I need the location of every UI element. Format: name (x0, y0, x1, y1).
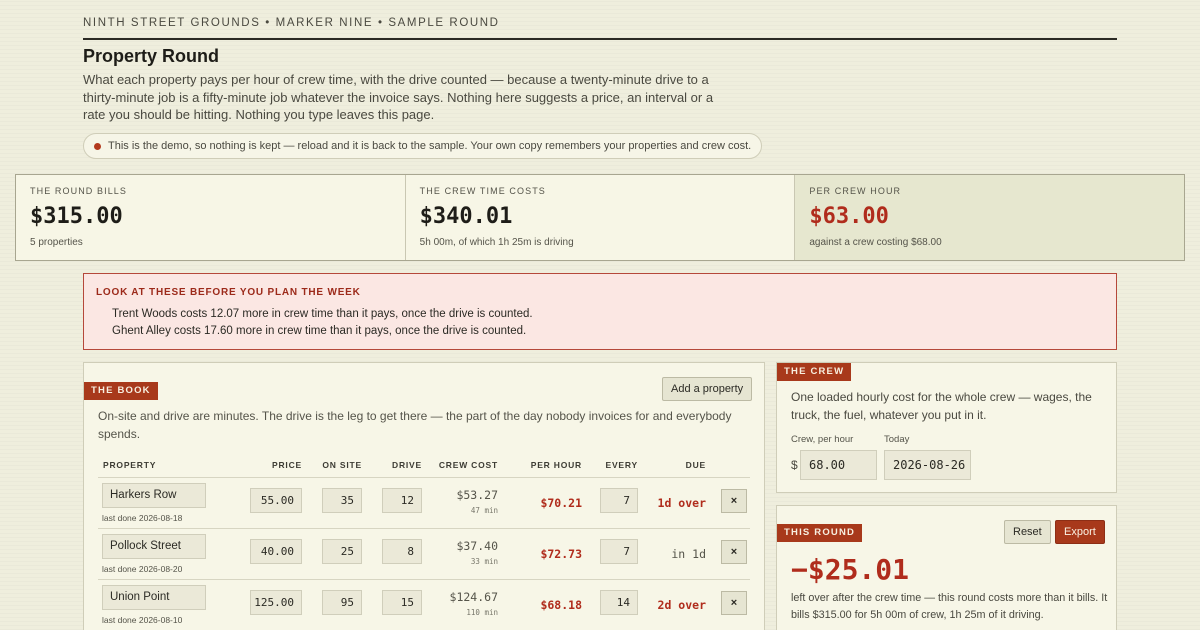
crew-minutes: 110 min (466, 608, 498, 617)
table-header: PROPERTY PRICE ON SITE DRIVE CREW COST P… (84, 460, 766, 476)
stat-sub: 5 properties (30, 237, 83, 248)
crew-cost: $124.67 (449, 590, 498, 604)
crew-tag: THE CREW (777, 363, 852, 381)
export-button[interactable]: Export (1055, 520, 1105, 544)
due-status: 2d over (657, 598, 706, 612)
demo-notice: This is the demo, so nothing is kept — r… (83, 133, 763, 159)
crew-panel: THE CREW One loaded hourly cost for the … (776, 362, 1117, 493)
due-status: in 1d (671, 547, 706, 561)
stat-round-bills: THE ROUND BILLS $315.00 5 properties (16, 175, 406, 260)
crew-minutes: 47 min (470, 506, 498, 515)
table-row: Union Point last done 2026-08-10 125.00 … (84, 580, 766, 630)
due-status: 1d over (657, 496, 706, 510)
per-hour: $70.21 (540, 496, 582, 510)
last-done: last done 2026-08-18 (102, 513, 183, 523)
crew-cost: $37.40 (456, 539, 498, 553)
stat-crew-time-costs: THE CREW TIME COSTS $340.01 5h 00m, of w… (406, 175, 796, 260)
col-price: PRICE (272, 460, 302, 470)
on-site-input[interactable]: 95 (322, 590, 362, 615)
last-done: last done 2026-08-20 (102, 564, 183, 574)
stat-per-crew-hour: PER CREW HOUR $63.00 against a crew cost… (795, 175, 1185, 260)
col-drive: DRIVE (392, 460, 422, 470)
summary-stats: THE ROUND BILLS $315.00 5 properties THE… (15, 174, 1185, 261)
crew-rate-label: Crew, per hour (791, 434, 854, 445)
property-name-input[interactable]: Union Point (102, 585, 206, 610)
warning-panel: LOOK AT THESE BEFORE YOU PLAN THE WEEK T… (83, 273, 1117, 350)
on-site-input[interactable]: 25 (322, 539, 362, 564)
book-tag: THE BOOK (84, 382, 158, 400)
remove-property-button[interactable]: × (721, 540, 747, 564)
round-panel: THIS ROUND Reset Export −$25.01 left ove… (776, 505, 1117, 630)
drive-input[interactable]: 8 (382, 539, 422, 564)
today-label: Today (884, 434, 910, 445)
per-hour: $68.18 (540, 598, 582, 612)
remove-property-button[interactable]: × (721, 591, 747, 615)
crew-cost: $53.27 (456, 488, 498, 502)
remove-property-button[interactable]: × (721, 489, 747, 513)
property-name-input[interactable]: Harkers Row (102, 483, 206, 508)
add-property-button[interactable]: Add a property (662, 377, 753, 401)
price-input[interactable]: 55.00 (250, 488, 302, 513)
demo-notice-text: This is the demo, so nothing is kept — r… (108, 140, 752, 152)
round-description: left over after the crew time — this rou… (791, 592, 1108, 621)
crew-rate-input[interactable]: 68.00 (800, 450, 877, 480)
warning-line: Trent Woods costs 12.07 more in crew tim… (112, 308, 533, 320)
site-kicker: NINTH STREET GROUNDS • MARKER NINE • SAM… (83, 17, 500, 29)
on-site-input[interactable]: 35 (322, 488, 362, 513)
currency-symbol: $ (791, 458, 798, 472)
table-row: Harkers Row last done 2026-08-18 55.00 3… (84, 478, 766, 529)
stat-label: THE CREW TIME COSTS (419, 186, 546, 196)
last-done: last done 2026-08-10 (102, 615, 183, 625)
warning-title: LOOK AT THESE BEFORE YOU PLAN THE WEEK (96, 287, 361, 298)
stat-label: THE ROUND BILLS (30, 186, 128, 196)
col-due: DUE (685, 460, 706, 470)
header-rule (83, 38, 1117, 40)
book-description: On-site and drive are minutes. The drive… (98, 409, 732, 441)
table-row: Pollock Street last done 2026-08-20 40.0… (84, 529, 766, 580)
reset-button[interactable]: Reset (1004, 520, 1051, 544)
stat-value: $63.00 (809, 204, 889, 229)
crew-description: One loaded hourly cost for the whole cre… (791, 390, 1092, 422)
round-balance: −$25.01 (791, 553, 910, 586)
per-hour: $72.73 (540, 547, 582, 561)
stat-value: $340.01 (419, 204, 513, 229)
col-property: PROPERTY (103, 460, 157, 470)
col-per-hour: PER HOUR (530, 460, 582, 470)
stat-sub: 5h 00m, of which 1h 25m is driving (419, 237, 574, 248)
page-title: Property Round (83, 46, 220, 66)
crew-minutes: 33 min (470, 557, 498, 566)
drive-input[interactable]: 15 (382, 590, 422, 615)
price-input[interactable]: 40.00 (250, 539, 302, 564)
drive-input[interactable]: 12 (382, 488, 422, 513)
today-date-input[interactable]: 2026-08-26 (884, 450, 971, 480)
book-panel: THE BOOK Add a property On-site and driv… (83, 362, 765, 630)
round-tag: THIS ROUND (777, 524, 863, 542)
property-name-input[interactable]: Pollock Street (102, 534, 206, 559)
page-intro: What each property pays per hour of crew… (83, 72, 714, 122)
price-input[interactable]: 125.00 (250, 590, 302, 615)
stat-label: PER CREW HOUR (809, 186, 902, 196)
stat-value: $315.00 (30, 204, 123, 229)
col-crew-cost: CREW COST (438, 460, 498, 470)
demo-dot-icon (94, 143, 101, 150)
stat-sub: against a crew costing $68.00 (809, 237, 942, 248)
warning-line: Ghent Alley costs 17.60 more in crew tim… (112, 325, 527, 337)
col-on-site: ON SITE (322, 460, 362, 470)
col-every: EVERY (605, 460, 638, 470)
